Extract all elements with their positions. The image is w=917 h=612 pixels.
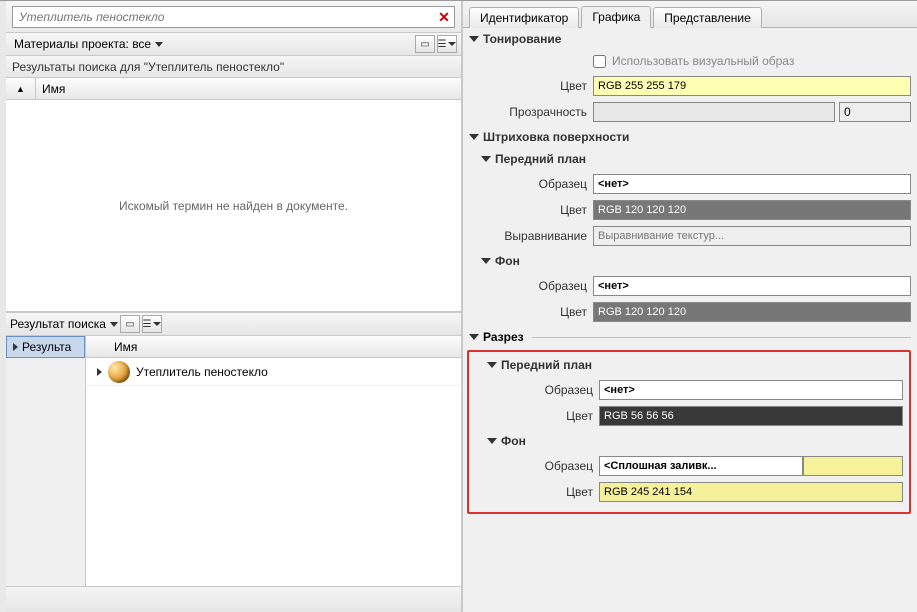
use-visual-image-checkbox[interactable] <box>593 55 606 68</box>
col-name[interactable]: Имя <box>36 82 461 96</box>
tab-graphics[interactable]: Графика <box>581 6 651 28</box>
use-visual-image-label: Использовать визуальный образ <box>612 54 794 68</box>
empty-results-area: Искомый термин не найден в документе. <box>6 100 461 312</box>
search-row: ✕ <box>6 1 461 32</box>
collapse-icon <box>487 438 497 444</box>
collapse-icon <box>469 36 479 42</box>
filter-label: Материалы проекта: все <box>14 37 151 51</box>
label-pattern: Образец <box>469 459 599 473</box>
cut-bg-pattern[interactable]: <Сплошная заливк... <box>599 456 803 476</box>
label-color: Цвет <box>469 409 599 423</box>
surface-fg-color[interactable]: RGB 120 120 120 <box>593 200 911 220</box>
surface-bg-pattern[interactable]: <нет> <box>593 276 911 296</box>
list-item[interactable]: Утеплитель пеностекло <box>86 358 461 386</box>
cut-fg-pattern[interactable]: <нет> <box>599 380 903 400</box>
right-tabs: Идентификатор Графика Представление <box>463 1 917 27</box>
cut-highlight-frame: Передний план Образец <нет> Цвет RGB 56 … <box>467 350 911 514</box>
project-materials-filter[interactable]: Материалы проекта: все ▭ ☰ <box>6 32 461 56</box>
view-mode-list-button[interactable]: ☰ <box>437 35 457 53</box>
label-color: Цвет <box>463 305 593 319</box>
collapse-icon <box>469 334 479 340</box>
cut-foreground[interactable]: Передний план <box>469 354 909 376</box>
chevron-right-icon <box>97 368 102 376</box>
not-found-text: Искомый термин не найден в документе. <box>119 199 348 213</box>
section-cut[interactable]: Разрез <box>463 326 917 348</box>
surface-fg-align[interactable]: Выравнивание текстур... <box>593 226 911 246</box>
collapse-icon <box>481 258 491 264</box>
collapse-icon <box>487 362 497 368</box>
chevron-down-icon <box>155 42 163 47</box>
left-footer <box>6 586 461 612</box>
label-color: Цвет <box>463 79 593 93</box>
cut-bg-color[interactable]: RGB 245 241 154 <box>599 482 903 502</box>
search-input[interactable] <box>13 10 434 24</box>
transparency-slider[interactable] <box>593 102 835 122</box>
label-color: Цвет <box>469 485 599 499</box>
section-background[interactable]: Фон <box>463 250 917 272</box>
label-pattern: Образец <box>469 383 599 397</box>
results-for-strip: Результаты поиска для "Утеплитель пеност… <box>6 56 461 78</box>
view-mode-grid-button-2[interactable]: ▭ <box>120 315 140 333</box>
cut-background[interactable]: Фон <box>469 430 909 452</box>
left-panel: ✕ Материалы проекта: все ▭ ☰ Результаты … <box>0 1 463 612</box>
material-sphere-icon <box>108 361 130 383</box>
label-align: Выравнивание <box>463 229 593 243</box>
search-result-header[interactable]: Результат поиска ▭ ☰ <box>6 312 461 336</box>
view-mode-list-button-2[interactable]: ☰ <box>142 315 162 333</box>
right-panel: Идентификатор Графика Представление Тони… <box>463 1 917 612</box>
tint-color-field[interactable]: RGB 255 255 179 <box>593 76 911 96</box>
results-vertical-tabs: Результа <box>6 336 86 586</box>
section-foreground[interactable]: Передний план <box>463 148 917 170</box>
results-column-header: ▲ Имя <box>6 78 461 100</box>
search-box[interactable]: ✕ <box>12 6 455 28</box>
section-surface-hatch[interactable]: Штриховка поверхности <box>463 126 917 148</box>
bottom-results: Результа Имя Утеплитель пеностекло <box>6 336 461 586</box>
clear-search-icon[interactable]: ✕ <box>434 9 454 26</box>
cut-fg-color[interactable]: RGB 56 56 56 <box>599 406 903 426</box>
graphics-body: Тонирование Использовать визуальный обра… <box>463 27 917 612</box>
label-color: Цвет <box>463 203 593 217</box>
col-name-2[interactable]: Имя <box>110 340 461 354</box>
cut-bg-pattern-swatch[interactable] <box>803 456 903 476</box>
section-tint[interactable]: Тонирование <box>463 28 917 50</box>
transparency-value[interactable]: 0 <box>839 102 911 122</box>
tab-results[interactable]: Результа <box>6 336 85 358</box>
label-pattern: Образец <box>463 279 593 293</box>
found-list: Имя Утеплитель пеностекло <box>86 336 461 586</box>
tab-presentation[interactable]: Представление <box>653 7 762 28</box>
tab-identifier[interactable]: Идентификатор <box>469 7 579 28</box>
surface-fg-pattern[interactable]: <нет> <box>593 174 911 194</box>
material-name: Утеплитель пеностекло <box>136 365 268 379</box>
label-transparency: Прозрачность <box>463 105 593 119</box>
collapse-icon <box>469 134 479 140</box>
surface-bg-color[interactable]: RGB 120 120 120 <box>593 302 911 322</box>
view-mode-grid-button[interactable]: ▭ <box>415 35 435 53</box>
collapse-icon <box>481 156 491 162</box>
label-pattern: Образец <box>463 177 593 191</box>
chevron-right-icon <box>13 343 18 351</box>
use-visual-image-row: Использовать визуальный образ <box>463 50 911 72</box>
chevron-down-icon <box>110 322 118 327</box>
